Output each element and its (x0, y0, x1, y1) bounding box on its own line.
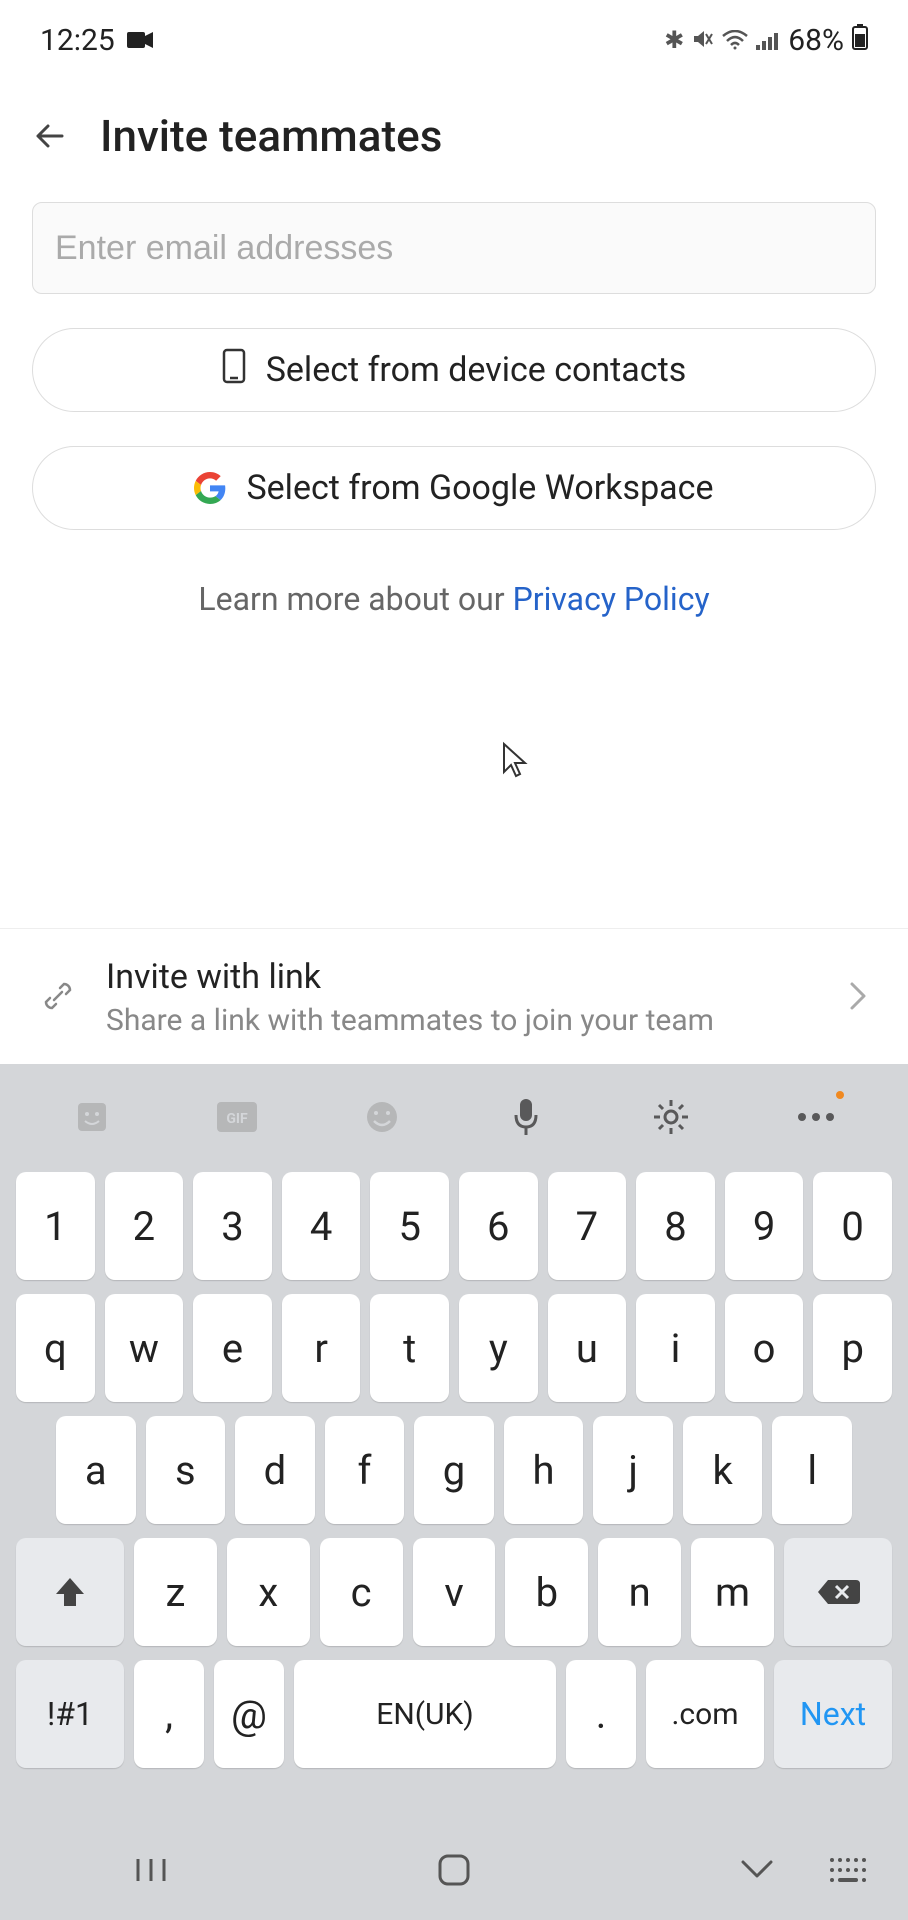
bluetooth-icon: ✱ (664, 26, 684, 54)
contacts-button-label: Select from device contacts (266, 350, 687, 390)
key-l[interactable]: l (772, 1416, 852, 1524)
key-1[interactable]: 1 (16, 1172, 95, 1280)
key-j[interactable]: j (593, 1416, 673, 1524)
key-x[interactable]: x (227, 1538, 310, 1646)
key-s[interactable]: s (146, 1416, 226, 1524)
page-header: Invite teammates (0, 80, 908, 202)
privacy-text: Learn more about our Privacy Policy (32, 580, 876, 618)
key-6[interactable]: 6 (459, 1172, 538, 1280)
key-n[interactable]: n (598, 1538, 681, 1646)
mute-icon (692, 23, 714, 58)
key-3[interactable]: 3 (193, 1172, 272, 1280)
invite-link-subtitle: Share a link with teammates to join your… (106, 1003, 818, 1038)
key-5[interactable]: 5 (370, 1172, 449, 1280)
nav-back-icon[interactable] (737, 1850, 777, 1890)
key-b[interactable]: b (505, 1538, 588, 1646)
nav-keyboard-icon[interactable] (828, 1850, 868, 1890)
page-title: Invite teammates (100, 110, 442, 162)
key-next[interactable]: Next (774, 1660, 892, 1768)
status-bar: 12:25 ✱ 68% (0, 0, 908, 80)
key-g[interactable]: g (414, 1416, 494, 1524)
key-9[interactable]: 9 (725, 1172, 804, 1280)
nav-bar (0, 1820, 908, 1920)
key-z[interactable]: z (134, 1538, 217, 1646)
key-space[interactable]: EN(UK) (294, 1660, 556, 1768)
key-shift[interactable] (16, 1538, 124, 1646)
nav-recents-icon[interactable] (131, 1850, 171, 1890)
more-icon[interactable] (794, 1095, 838, 1139)
key-d[interactable]: d (235, 1416, 315, 1524)
sticker-icon[interactable] (70, 1095, 114, 1139)
email-input[interactable] (32, 202, 876, 294)
key-k[interactable]: k (683, 1416, 763, 1524)
key-e[interactable]: e (193, 1294, 272, 1402)
key-2[interactable]: 2 (105, 1172, 184, 1280)
keyboard: GIF 1 2 3 4 5 6 7 8 9 0 q (0, 1064, 908, 1920)
link-icon (40, 978, 76, 1018)
key-4[interactable]: 4 (282, 1172, 361, 1280)
key-a[interactable]: a (56, 1416, 136, 1524)
keyboard-row-zxcv: z x c v b n m (16, 1538, 892, 1646)
key-p[interactable]: p (813, 1294, 892, 1402)
key-h[interactable]: h (504, 1416, 584, 1524)
keyboard-row-numbers: 1 2 3 4 5 6 7 8 9 0 (16, 1172, 892, 1280)
chevron-right-icon (848, 980, 868, 1016)
key-at[interactable]: @ (214, 1660, 284, 1768)
battery-percent: 68% (788, 23, 844, 58)
key-c[interactable]: c (320, 1538, 403, 1646)
battery-icon (852, 23, 868, 58)
privacy-policy-link[interactable]: Privacy Policy (513, 580, 710, 618)
signal-icon (756, 23, 780, 58)
keyboard-row-bottom: !#1 , @ EN(UK) . .com Next (16, 1660, 892, 1768)
key-v[interactable]: v (413, 1538, 496, 1646)
wifi-icon (722, 23, 748, 58)
key-m[interactable]: m (691, 1538, 774, 1646)
back-arrow-icon[interactable] (30, 116, 70, 156)
gear-icon[interactable] (649, 1095, 693, 1139)
key-w[interactable]: w (105, 1294, 184, 1402)
key-i[interactable]: i (636, 1294, 715, 1402)
emoji-icon[interactable] (360, 1095, 404, 1139)
key-symbols[interactable]: !#1 (16, 1660, 124, 1768)
invite-link-row[interactable]: Invite with link Share a link with teamm… (0, 928, 908, 1066)
key-0[interactable]: 0 (813, 1172, 892, 1280)
status-time: 12:25 (40, 23, 115, 58)
key-comma[interactable]: , (134, 1660, 204, 1768)
mic-icon[interactable] (504, 1095, 548, 1139)
camera-icon (127, 23, 153, 58)
select-contacts-button[interactable]: Select from device contacts (32, 328, 876, 412)
keyboard-row-asdf: a s d f g h j k l (16, 1416, 892, 1524)
key-o[interactable]: o (725, 1294, 804, 1402)
cursor-icon (500, 740, 532, 784)
key-dot[interactable]: . (566, 1660, 636, 1768)
keyboard-row-qwerty: q w e r t y u i o p (16, 1294, 892, 1402)
key-y[interactable]: y (459, 1294, 538, 1402)
google-icon (194, 472, 226, 504)
key-t[interactable]: t (370, 1294, 449, 1402)
phone-icon (222, 348, 246, 393)
invite-link-title: Invite with link (106, 957, 818, 997)
key-8[interactable]: 8 (636, 1172, 715, 1280)
key-7[interactable]: 7 (548, 1172, 627, 1280)
key-dotcom[interactable]: .com (646, 1660, 764, 1768)
nav-home-icon[interactable] (434, 1850, 474, 1890)
key-backspace[interactable] (784, 1538, 892, 1646)
key-f[interactable]: f (325, 1416, 405, 1524)
key-u[interactable]: u (548, 1294, 627, 1402)
google-button-label: Select from Google Workspace (246, 468, 713, 508)
key-r[interactable]: r (282, 1294, 361, 1402)
select-google-button[interactable]: Select from Google Workspace (32, 446, 876, 530)
gif-icon[interactable]: GIF (215, 1095, 259, 1139)
svg-text:GIF: GIF (226, 1111, 248, 1127)
key-q[interactable]: q (16, 1294, 95, 1402)
